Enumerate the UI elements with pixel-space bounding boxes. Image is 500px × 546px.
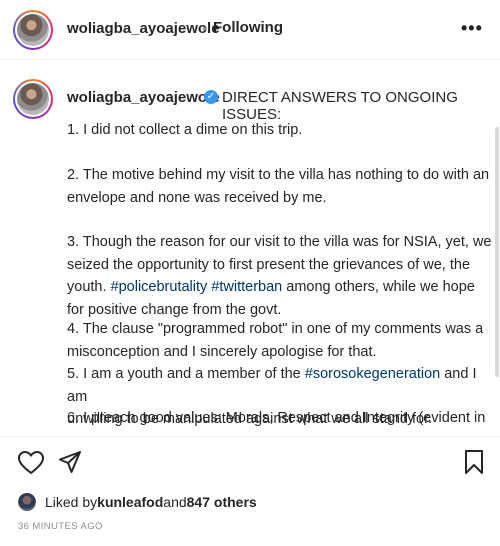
header-username[interactable]: woliagba_ayoajewole [67, 20, 220, 37]
likes-count[interactable]: 847 others [187, 494, 257, 510]
hashtag-link[interactable]: #twitterban [211, 279, 282, 295]
caption-title: DIRECT ANSWERS TO ONGOING ISSUES: [222, 89, 458, 123]
caption-point-6: 6. I preach good values: Morals, Respect… [67, 410, 486, 426]
following-button[interactable]: Following [213, 19, 283, 36]
caption-point-3: 3. Though the reason for our visit to th… [67, 234, 492, 318]
caption-area: woliagba_ayoajewole ✓ DIRECT ANSWERS TO … [0, 61, 500, 435]
action-bar [0, 436, 500, 486]
more-options-icon[interactable]: ••• [461, 18, 483, 39]
bookmark-icon[interactable] [464, 449, 484, 475]
share-icon[interactable] [58, 450, 82, 474]
verified-badge-icon: ✓ [204, 90, 218, 104]
hashtag-link[interactable]: #policebrutality [111, 279, 208, 295]
heart-icon[interactable] [18, 451, 44, 475]
caption-username[interactable]: woliagba_ayoajewole [67, 89, 220, 106]
caption-point-1: 1. I did not collect a dime on this trip… [67, 122, 303, 138]
post-timestamp[interactable]: 36 MINUTES AGO [18, 521, 103, 532]
caption-point-2: 2. The motive behind my visit to the vil… [67, 167, 490, 206]
caption-avatar[interactable] [13, 79, 53, 119]
caption-scrollbar[interactable] [495, 127, 499, 377]
header-avatar[interactable] [13, 10, 53, 50]
header-separator: • [202, 21, 207, 36]
post-header: woliagba_ayoajewole • Following ••• [0, 0, 500, 60]
likes-summary[interactable]: Liked by kunleafod and 847 others [18, 492, 257, 512]
caption-point-4: 4. The clause "programmed robot" in one … [67, 321, 484, 360]
liker-avatar [18, 493, 36, 511]
liker-username[interactable]: kunleafod [97, 494, 163, 510]
hashtag-link[interactable]: #sorosokegeneration [305, 366, 440, 382]
